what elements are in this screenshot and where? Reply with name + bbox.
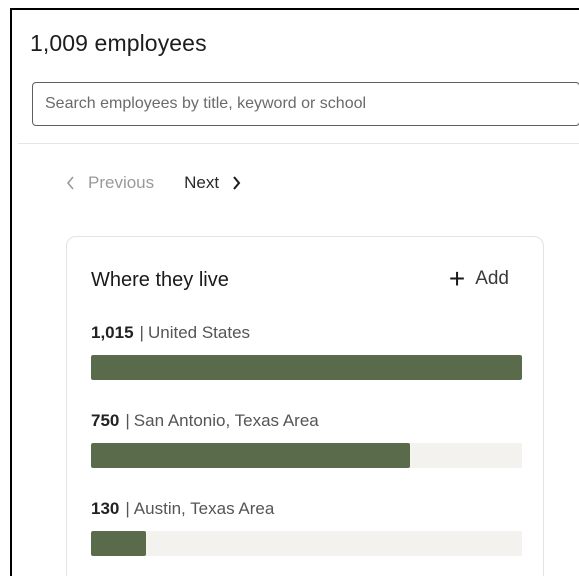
location-count: 1,015 <box>91 323 134 342</box>
location-stat[interactable]: 1,015 | United States <box>91 323 522 380</box>
search-input[interactable] <box>32 82 579 126</box>
location-bar-fill <box>91 443 410 468</box>
location-bar-track <box>91 531 522 556</box>
separator: | <box>125 499 130 518</box>
page-title: 1,009 employees <box>30 30 207 56</box>
add-label: Add <box>475 268 509 289</box>
chevron-left-icon <box>66 176 74 190</box>
location-bar-track <box>91 355 522 380</box>
chevron-right-icon <box>233 176 241 190</box>
location-stat[interactable]: 750 | San Antonio, Texas Area <box>91 411 522 468</box>
previous-button[interactable]: Previous <box>66 173 154 193</box>
plus-icon: + <box>448 263 466 294</box>
pagination: Previous Next <box>66 173 241 193</box>
location-stat[interactable]: 130 | Austin, Texas Area <box>91 499 522 556</box>
previous-label: Previous <box>88 173 155 192</box>
location-count: 130 <box>91 499 120 518</box>
separator: | <box>139 323 144 342</box>
employees-panel: 1,009 employees Previous Next Where they… <box>10 8 579 576</box>
divider <box>18 143 579 144</box>
location-label: 1,015 | United States <box>91 323 522 343</box>
card-title: Where they live <box>91 269 229 291</box>
location-name: San Antonio, Texas Area <box>133 411 319 430</box>
location-bar-fill <box>91 355 522 380</box>
where-they-live-card: Where they live + Add 1,015 | United State… <box>66 236 544 576</box>
location-bar-fill <box>91 531 147 556</box>
next-label: Next <box>184 173 220 192</box>
next-button[interactable]: Next <box>184 173 241 193</box>
location-name: United States <box>147 323 251 342</box>
separator: | <box>125 411 130 430</box>
location-bar-track <box>91 443 522 468</box>
add-button[interactable]: + Add <box>449 265 509 293</box>
location-count: 750 <box>91 411 120 430</box>
location-name: Austin, Texas Area <box>133 499 275 518</box>
location-label: 130 | Austin, Texas Area <box>91 499 522 519</box>
location-label: 750 | San Antonio, Texas Area <box>91 411 522 431</box>
